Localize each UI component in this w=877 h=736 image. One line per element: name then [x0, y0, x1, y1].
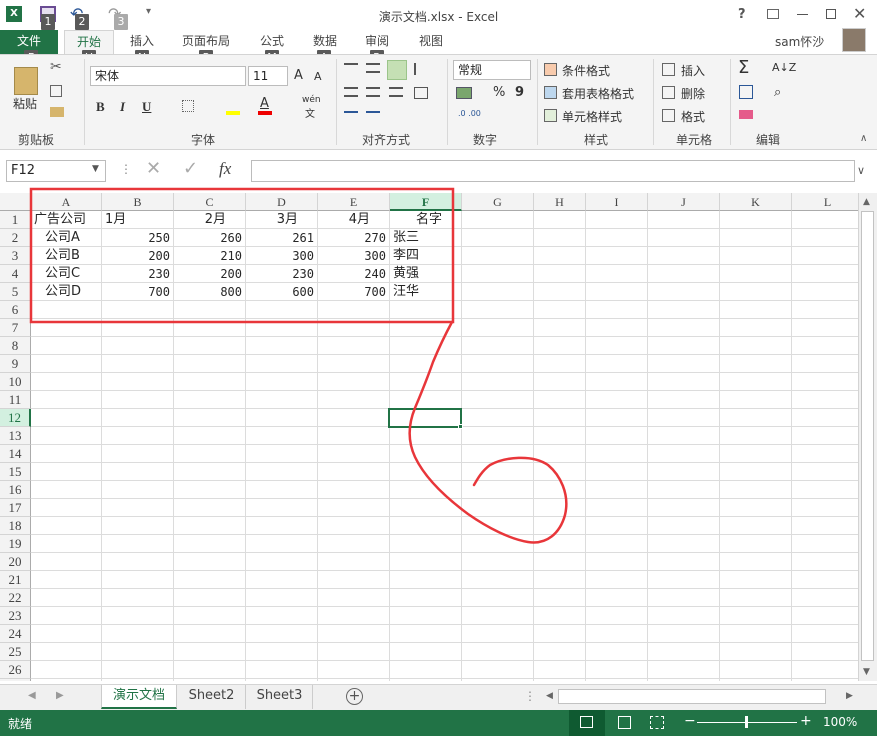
sheet-tab[interactable]: Sheet2 [178, 685, 246, 709]
sheet-prev-icon[interactable]: ◀ [28, 690, 36, 701]
horizontal-scrollbar[interactable] [558, 689, 826, 704]
zoom-in-icon[interactable]: + [800, 713, 812, 729]
annotation-rectangle [29, 187, 455, 324]
grid-view-glyph-icon [580, 716, 593, 728]
hscroll-left-icon[interactable]: ◀ [546, 691, 553, 701]
zoom-level[interactable]: 100% [823, 715, 857, 729]
vertical-scrollbar[interactable]: ▲ ▼ [858, 193, 877, 681]
status-bar: 就绪 − + 100% [0, 710, 877, 736]
annotation-scribble [408, 320, 568, 544]
tab-split-handle-icon[interactable]: ⋮ [524, 689, 536, 703]
zoom-out-icon[interactable]: − [684, 713, 696, 729]
scroll-down-icon[interactable]: ▼ [863, 667, 870, 677]
page-break-view-icon[interactable] [650, 716, 664, 729]
annotation-overlay [29, 187, 568, 544]
zoom-slider-thumb[interactable] [745, 716, 748, 728]
sheet-next-icon[interactable]: ▶ [56, 690, 64, 701]
sheet-tab-bar: ◀ ▶ 演示文档 Sheet2 Sheet3 + ⋮ ◀ ▶ [0, 684, 877, 710]
status-ready: 就绪 [8, 717, 33, 731]
new-sheet-icon[interactable]: + [346, 688, 363, 705]
page-layout-view-icon[interactable] [618, 716, 631, 729]
scroll-up-icon[interactable]: ▲ [863, 197, 870, 207]
hscroll-right-icon[interactable]: ▶ [846, 691, 853, 701]
sheet-tab[interactable]: Sheet3 [247, 685, 313, 709]
excel-window: X 1 ↶ 2 ↷ 3 ▾ 演示文档.xlsx - Excel ? ✕ 文件 开… [0, 0, 877, 736]
sheet-tab-active[interactable]: 演示文档 [101, 685, 177, 709]
scroll-thumb[interactable] [861, 211, 874, 661]
